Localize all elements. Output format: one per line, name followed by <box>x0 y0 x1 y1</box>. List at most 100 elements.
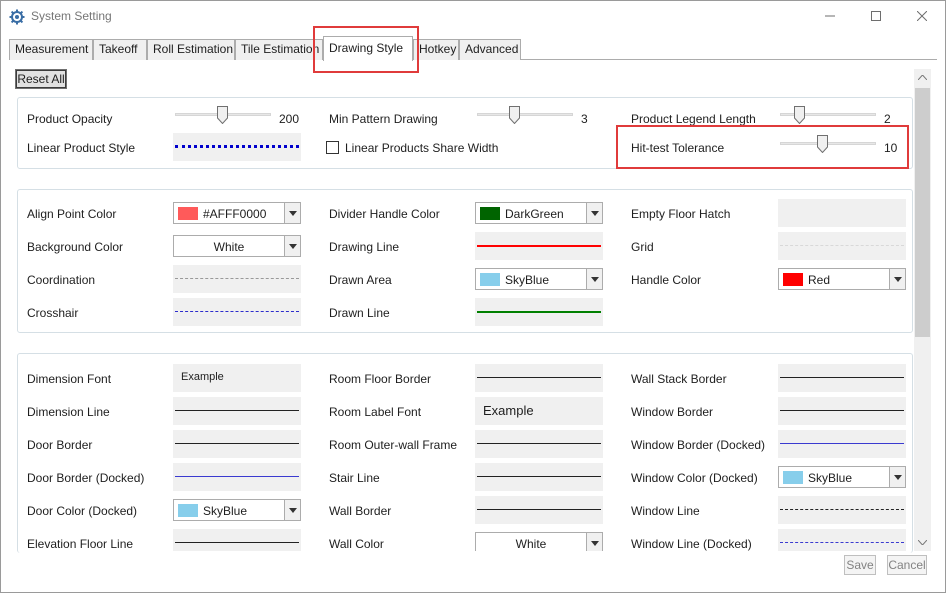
tab-hotkey[interactable]: Hotkey <box>413 39 459 60</box>
empty-floor-hatch-label: Empty Floor Hatch <box>631 207 731 221</box>
empty-floor-hatch-preview[interactable] <box>778 199 906 227</box>
linear-products-share-width-checkbox[interactable] <box>326 141 339 154</box>
coordination-preview[interactable] <box>173 265 301 293</box>
door-border-docked-preview[interactable] <box>173 463 301 491</box>
min-pattern-drawing-value: 3 <box>581 112 588 126</box>
room-floor-border-preview[interactable] <box>475 364 603 392</box>
close-button[interactable] <box>899 1 945 31</box>
door-border-label: Door Border <box>27 438 93 452</box>
window-line-label: Window Line <box>631 504 700 518</box>
room-label-font-example: Example <box>483 403 534 418</box>
gear-icon <box>9 9 25 25</box>
dimension-line-preview[interactable] <box>173 397 301 425</box>
hit-test-tolerance-slider[interactable] <box>780 135 876 153</box>
close-icon <box>917 11 927 21</box>
clipped-row-container: Elevation Floor Line Wall Color White Wi… <box>17 529 913 551</box>
linear-products-share-width-label: Linear Products Share Width <box>345 141 499 155</box>
product-opacity-slider[interactable] <box>175 106 271 124</box>
room-label-font-preview[interactable]: Example <box>475 397 603 425</box>
title-bar: System Setting <box>1 1 945 33</box>
align-point-color-label: Align Point Color <box>27 207 117 221</box>
scrollbar-thumb[interactable] <box>915 88 930 337</box>
background-color-select[interactable]: White <box>173 235 301 257</box>
dimension-font-label: Dimension Font <box>27 372 112 386</box>
tab-tile-estimation[interactable]: Tile Estimation <box>235 39 323 60</box>
window-color-docked-select[interactable]: SkyBlue <box>778 466 906 488</box>
grid-preview[interactable] <box>778 232 906 260</box>
drawn-area-select[interactable]: SkyBlue <box>475 268 603 290</box>
chevron-down-icon <box>586 269 602 289</box>
tab-roll-estimation[interactable]: Roll Estimation <box>147 39 235 60</box>
color-swatch <box>783 273 803 286</box>
elevation-floor-line-preview[interactable] <box>173 529 301 551</box>
window-line-docked-preview[interactable] <box>778 529 906 551</box>
background-color-label: Background Color <box>27 240 124 254</box>
hit-test-tolerance-label: Hit-test Tolerance <box>631 141 725 155</box>
drawing-line-preview[interactable] <box>475 232 603 260</box>
product-legend-length-slider[interactable] <box>780 106 876 124</box>
door-color-docked-value: SkyBlue <box>203 504 248 518</box>
minimize-button[interactable] <box>807 1 853 31</box>
min-pattern-drawing-label: Min Pattern Drawing <box>329 112 438 126</box>
room-outer-wall-frame-preview[interactable] <box>475 430 603 458</box>
maximize-icon <box>871 11 881 21</box>
color-swatch <box>480 273 500 286</box>
tab-takeoff[interactable]: Takeoff <box>93 39 147 60</box>
tab-measurement[interactable]: Measurement <box>9 39 93 60</box>
slider-thumb-icon <box>217 106 228 124</box>
drawing-line-label: Drawing Line <box>329 240 400 254</box>
slider-thumb-icon <box>817 135 828 153</box>
divider-handle-color-select[interactable]: DarkGreen <box>475 202 603 224</box>
reset-all-button[interactable]: Reset All <box>15 69 67 89</box>
room-label-font-label: Room Label Font <box>329 405 422 419</box>
save-button[interactable]: Save <box>844 555 876 575</box>
coordination-label: Coordination <box>27 273 96 287</box>
linear-product-style-label: Linear Product Style <box>27 141 136 155</box>
vertical-scrollbar[interactable] <box>914 69 931 551</box>
hit-test-tolerance-value: 10 <box>884 141 898 155</box>
align-point-color-select[interactable]: #AFFF0000 <box>173 202 301 224</box>
wall-color-select[interactable]: White <box>475 532 603 551</box>
wall-border-label: Wall Border <box>329 504 392 518</box>
drawn-area-label: Drawn Area <box>329 273 392 287</box>
align-point-color-value: #AFFF0000 <box>203 207 267 221</box>
divider-handle-color-label: Divider Handle Color <box>329 207 440 221</box>
cancel-button[interactable]: Cancel <box>887 555 927 575</box>
tab-advanced[interactable]: Advanced <box>459 39 521 60</box>
elevation-floor-line-label: Elevation Floor Line <box>27 537 134 551</box>
chevron-down-icon <box>284 236 300 256</box>
room-floor-border-label: Room Floor Border <box>329 372 432 386</box>
maximize-button[interactable] <box>853 1 899 31</box>
dimension-line-label: Dimension Line <box>27 405 110 419</box>
stair-line-label: Stair Line <box>329 471 380 485</box>
door-color-docked-select[interactable]: SkyBlue <box>173 499 301 521</box>
window-color-docked-label: Window Color (Docked) <box>631 471 758 485</box>
dimension-font-example: Example <box>181 371 224 383</box>
minimize-icon <box>825 15 835 17</box>
color-swatch <box>178 504 198 517</box>
wall-color-label: Wall Color <box>329 537 384 551</box>
drawn-line-preview[interactable] <box>475 298 603 326</box>
min-pattern-drawing-slider[interactable] <box>477 106 573 124</box>
linear-product-style-preview[interactable] <box>173 133 301 161</box>
scroll-up-arrow-icon[interactable] <box>914 69 931 86</box>
chevron-down-icon <box>889 269 905 289</box>
wall-stack-border-label: Wall Stack Border <box>631 372 727 386</box>
dimension-font-preview[interactable]: Example <box>173 364 301 392</box>
door-border-preview[interactable] <box>173 430 301 458</box>
door-border-docked-label: Door Border (Docked) <box>27 471 145 485</box>
room-outer-wall-frame-label: Room Outer-wall Frame <box>329 438 458 452</box>
stair-line-preview[interactable] <box>475 463 603 491</box>
slider-thumb-icon <box>794 106 805 124</box>
window-border-docked-label: Window Border (Docked) <box>631 438 766 452</box>
window-border-docked-preview[interactable] <box>778 430 906 458</box>
tab-drawing-style[interactable]: Drawing Style <box>323 36 413 61</box>
wall-stack-border-preview[interactable] <box>778 364 906 392</box>
window-line-preview[interactable] <box>778 496 906 524</box>
window-border-preview[interactable] <box>778 397 906 425</box>
wall-border-preview[interactable] <box>475 496 603 524</box>
scroll-down-arrow-icon[interactable] <box>914 534 931 551</box>
handle-color-label: Handle Color <box>631 273 702 287</box>
handle-color-select[interactable]: Red <box>778 268 906 290</box>
crosshair-preview[interactable] <box>173 298 301 326</box>
